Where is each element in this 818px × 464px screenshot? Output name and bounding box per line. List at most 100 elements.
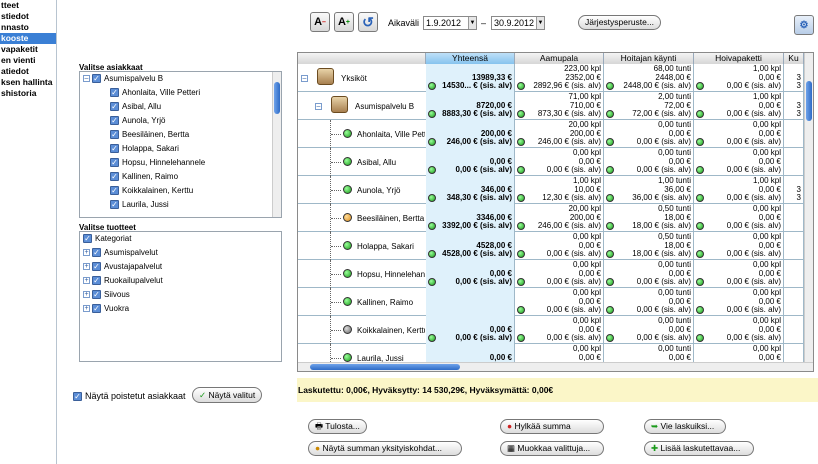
- font-increase-button[interactable]: A +: [334, 12, 354, 32]
- grid-horizontal-scrollbar[interactable]: [298, 362, 813, 371]
- table-row[interactable]: Asibal, Allu 0,00 €0,00 € (sis. alv) 0,00 …: [298, 148, 804, 176]
- nav-item[interactable]: tteet: [0, 0, 56, 11]
- start-date-field[interactable]: 1.9.2012 ▼: [423, 16, 477, 30]
- column-header-breakfast[interactable]: Aamupala: [515, 53, 604, 64]
- print-button[interactable]: 🖶 Tulosta...: [308, 419, 367, 434]
- chevron-down-icon[interactable]: ▼: [536, 17, 544, 29]
- expand-icon[interactable]: +: [83, 305, 90, 313]
- checkbox-icon[interactable]: ✓: [92, 290, 101, 300]
- nav-item[interactable]: atiedot: [0, 66, 56, 77]
- checkbox-icon[interactable]: ✓: [92, 276, 101, 286]
- checkbox-icon[interactable]: ✓: [110, 158, 119, 168]
- nav-item[interactable]: en vienti: [0, 55, 56, 66]
- expand-icon[interactable]: +: [83, 291, 90, 299]
- show-selected-button[interactable]: ✓ Näytä valitut: [192, 387, 263, 403]
- column-header-nurse-visit[interactable]: Hoitajan käynti: [604, 53, 694, 64]
- tree-item[interactable]: ✓ Beesiläinen, Bertta: [80, 128, 281, 142]
- add-billable-button[interactable]: ✚ Lisää laskutettavaa...: [644, 441, 754, 456]
- cell-pak: 0,00 kpl 0,00 €0,00 € (sis. alv): [694, 288, 784, 316]
- table-row[interactable]: Hopsu, Hinnelehannele0,00 €0,00 € (sis. …: [298, 260, 804, 288]
- checkbox-icon[interactable]: ✓: [92, 304, 101, 314]
- font-decrease-button[interactable]: A –: [310, 12, 330, 32]
- status-dot-icon: [606, 250, 614, 259]
- status-dot-icon: [428, 166, 436, 175]
- cell-hoi: 68,00 tunti 2448,00 €2448,00 € (sis. alv): [604, 64, 694, 92]
- nav-item[interactable]: ksen hallinta: [0, 77, 56, 88]
- expand-icon[interactable]: +: [83, 263, 90, 271]
- expand-icon[interactable]: +: [83, 249, 90, 257]
- status-dot-icon: [343, 213, 352, 222]
- edit-icon: ▦: [507, 443, 518, 453]
- checkbox-icon[interactable]: ✓: [92, 74, 101, 84]
- checkbox-icon[interactable]: ✓: [110, 172, 119, 182]
- tree-item[interactable]: + ✓ Ruokailupalvelut: [80, 274, 281, 288]
- checkbox-icon[interactable]: ✓: [110, 144, 119, 154]
- tree-item[interactable]: ✓ Kallinen, Raimo: [80, 170, 281, 184]
- column-header-total[interactable]: Yhteensä: [426, 53, 515, 64]
- expand-icon[interactable]: +: [83, 277, 90, 285]
- nav-item[interactable]: kooste: [0, 33, 56, 44]
- checkbox-icon[interactable]: ✓: [110, 200, 119, 210]
- cell-total: 0,00 €0,00 € (sis. alv): [426, 316, 515, 344]
- checkbox-icon[interactable]: ✓: [110, 186, 119, 196]
- table-row[interactable]: – Asumispalvelu B 8720,00 €8883,30 € (sis.…: [298, 92, 804, 120]
- table-row[interactable]: Ahonlaita, Ville Petteri200,00 €246,00 €…: [298, 120, 804, 148]
- tree-item[interactable]: + ✓ Asumispalvelut: [80, 246, 281, 260]
- collapse-icon[interactable]: –: [301, 75, 308, 82]
- row-name: Koikkalainen, Kerttu: [357, 326, 425, 335]
- tree-item[interactable]: ✓ Asibal, Allu: [80, 100, 281, 114]
- export-invoices-button[interactable]: ➥ Vie laskuiksi...: [644, 419, 726, 434]
- cell-ku: [784, 260, 804, 288]
- show-deleted-checkbox-row[interactable]: ✓ Näytä poistetut asiakkaat: [73, 391, 186, 402]
- end-date-field[interactable]: 30.9.2012 ▼: [491, 16, 545, 30]
- collapse-icon[interactable]: –: [83, 75, 90, 83]
- settings-icon[interactable]: ⚙: [794, 15, 814, 35]
- nav-item[interactable]: nnasto: [0, 22, 56, 33]
- checkbox-icon[interactable]: ✓: [110, 102, 119, 112]
- tree-item[interactable]: + ✓ Avustajapalvelut: [80, 260, 281, 274]
- sum-details-button[interactable]: ● Näytä summan yksityiskohdat...: [308, 441, 462, 456]
- nav-item[interactable]: shistoria: [0, 88, 56, 99]
- tree-item[interactable]: ✓ Hopsu, Hinnelehannele: [80, 156, 281, 170]
- check-icon[interactable]: ✓: [73, 392, 82, 402]
- status-dot-icon: [517, 110, 525, 119]
- column-header-care-package[interactable]: Hoivapaketti: [694, 53, 784, 64]
- collapse-icon[interactable]: –: [315, 103, 322, 110]
- checkbox-icon[interactable]: ✓: [83, 234, 92, 244]
- tree-item[interactable]: ✓ Ahonlaita, Ville Petteri: [80, 86, 281, 100]
- nav-item[interactable]: vapaketit: [0, 44, 56, 55]
- reject-sum-button[interactable]: ● Hylkää summa: [500, 419, 604, 434]
- checkbox-icon[interactable]: ✓: [92, 262, 101, 272]
- status-dot-icon: [343, 297, 352, 306]
- column-header-more[interactable]: Ku: [784, 53, 804, 64]
- nav-item[interactable]: stiedot: [0, 11, 56, 22]
- chevron-down-icon[interactable]: ▼: [468, 17, 476, 29]
- tree-item[interactable]: ✓ Kategoriat: [80, 232, 281, 246]
- checkbox-icon[interactable]: ✓: [110, 116, 119, 126]
- tree-item[interactable]: – ✓ Asumispalvelu B: [80, 72, 281, 86]
- table-row[interactable]: Holappa, Sakari 4528,00 €4528,00 € (sis. …: [298, 232, 804, 260]
- column-header-name[interactable]: [298, 53, 426, 64]
- tree-item[interactable]: + ✓ Siivous: [80, 288, 281, 302]
- table-row[interactable]: Koikkalainen, Kerttu 0,00 €0,00 € (sis. a…: [298, 316, 804, 344]
- grid-vertical-scrollbar[interactable]: [804, 53, 813, 363]
- cell-pak: 1,00 kpl 0,00 €0,00 € (sis. alv): [694, 176, 784, 204]
- table-row[interactable]: Aunola, Yrjö 346,00 €348,30 € (sis. alv) 1…: [298, 176, 804, 204]
- checkbox-icon[interactable]: ✓: [110, 88, 119, 98]
- tree-item[interactable]: ✓ Holappa, Sakari: [80, 142, 281, 156]
- refresh-icon[interactable]: ↺: [358, 12, 378, 32]
- tree-item[interactable]: ✓ Aunola, Yrjö: [80, 114, 281, 128]
- cell-pak: 1,00 kpl 0,00 €0,00 € (sis. alv): [694, 64, 784, 92]
- status-dot-icon: [606, 166, 614, 175]
- edit-selected-button[interactable]: ▦ Muokkaa valittuja...: [500, 441, 604, 456]
- table-row[interactable]: – Yksiköt 13989,33 €14530... € (sis. alv) 2…: [298, 64, 804, 92]
- table-row[interactable]: Beesiläinen, Bertta 3346,00 €3392,00 € (s…: [298, 204, 804, 232]
- sort-order-button[interactable]: Järjestysperuste...: [578, 15, 661, 30]
- table-row[interactable]: Kallinen, Raimo 0,00 kpl 0,00 €0,00 € (sis…: [298, 288, 804, 316]
- tree-item[interactable]: ✓ Laurila, Jussi: [80, 198, 281, 212]
- tree-item[interactable]: ✓ Koikkalainen, Kerttu: [80, 184, 281, 198]
- tree-item[interactable]: + ✓ Vuokra: [80, 302, 281, 316]
- checkbox-icon[interactable]: ✓: [110, 130, 119, 140]
- checkbox-icon[interactable]: ✓: [92, 248, 101, 258]
- customer-scrollbar[interactable]: [272, 72, 281, 217]
